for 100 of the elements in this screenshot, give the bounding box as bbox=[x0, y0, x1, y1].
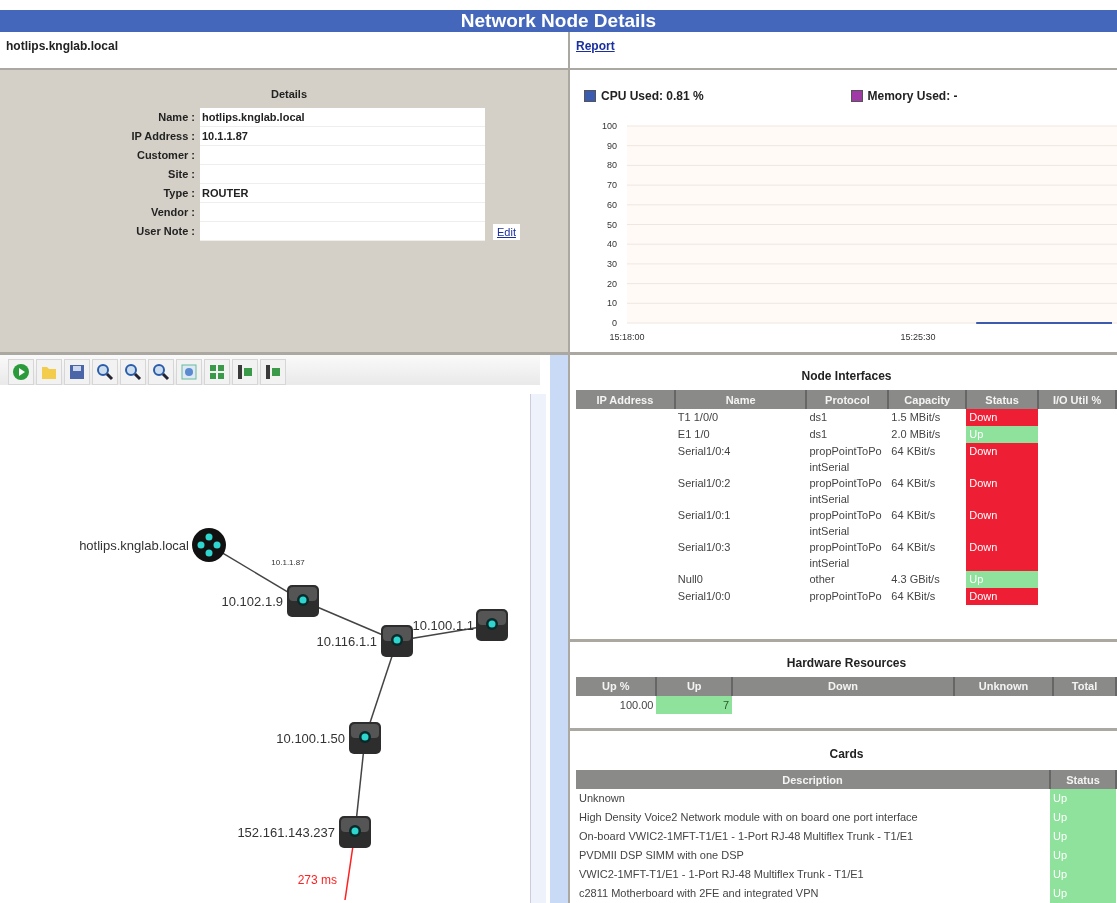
table-cell: 64 KBit/s bbox=[888, 588, 967, 605]
y-tick-label: 10 bbox=[607, 298, 617, 309]
column-header: Status bbox=[966, 390, 1039, 409]
toolbar-button[interactable] bbox=[120, 359, 146, 385]
router-node-icon bbox=[349, 722, 381, 754]
legend-label: Memory Used: - bbox=[867, 89, 958, 103]
play-icon bbox=[12, 363, 30, 381]
status-cell: Up bbox=[1050, 789, 1116, 808]
table-cell: VWIC2-1MFT-T1/E1 - 1-Port RJ-48 Multiflex Trunk - T1/E1 bbox=[576, 865, 1050, 884]
table-cell-text: E1 1/0 bbox=[676, 427, 711, 442]
section-title: Hardware Resources bbox=[785, 654, 908, 672]
field-label: Vendor : bbox=[150, 205, 196, 220]
scrollbar[interactable] bbox=[530, 394, 546, 903]
table-cell: High Density Voice2 Network module with on board one port interface bbox=[576, 808, 1050, 827]
table-cell: c2811 Motherboard with 2FE and integrated VPN bbox=[576, 884, 1050, 903]
toolbar-button[interactable] bbox=[64, 359, 90, 385]
column-header: Protocol bbox=[806, 390, 889, 409]
field-value: 10.1.1.87 bbox=[200, 127, 485, 146]
y-tick-label: 100 bbox=[601, 121, 617, 131]
column-header: Total bbox=[1053, 676, 1116, 696]
field-value: ROUTER bbox=[200, 184, 485, 203]
status-cell: Up bbox=[966, 426, 1039, 443]
table-cell: 100.00 bbox=[576, 695, 657, 714]
table-cell: 1.5 MBit/s bbox=[888, 409, 967, 426]
router-node-icon bbox=[476, 609, 508, 641]
table-cell: 64 KBit/s bbox=[888, 539, 967, 571]
table-cell: ds1 bbox=[806, 409, 889, 426]
y-tick-label: 50 bbox=[607, 219, 617, 230]
node-label: 10.116.1.1 bbox=[316, 634, 377, 649]
node-label: 152.161.143.237 bbox=[237, 825, 335, 840]
status-cell: Up bbox=[1050, 884, 1116, 903]
table-cell-text: ds1 bbox=[808, 427, 829, 442]
field-label: Name : bbox=[157, 110, 196, 125]
report-link[interactable]: Report bbox=[576, 39, 615, 53]
x-tick-label: 15:18:00 bbox=[609, 332, 645, 342]
column-header: Capacity bbox=[888, 390, 967, 409]
status-cell: Down bbox=[966, 588, 1039, 605]
column-header: Status bbox=[1050, 770, 1116, 789]
x-tick-label: 15:25:30 bbox=[900, 332, 936, 342]
table-cell: 64 KBit/s bbox=[888, 507, 967, 539]
table-cell-text: propPointToPo bbox=[808, 589, 883, 604]
y-tick-label: 80 bbox=[607, 160, 617, 171]
table-cell-text: Serial1/0:3 bbox=[676, 540, 732, 555]
field-label: Site : bbox=[167, 167, 196, 182]
legend-label: CPU Used: 0.81 % bbox=[601, 89, 704, 103]
scrollbar[interactable] bbox=[550, 355, 568, 903]
table-cell: 2.0 MBit/s bbox=[888, 426, 967, 443]
node-label: 10.102.1.9 bbox=[221, 594, 283, 609]
node-label: hotlips.knglab.local bbox=[79, 538, 189, 553]
table-cell-text: Serial1/0:4 bbox=[676, 444, 732, 459]
link-line bbox=[369, 655, 393, 724]
table-cell: 64 KBit/s bbox=[888, 475, 967, 507]
column-header: IP Address bbox=[576, 390, 675, 409]
y-tick-label: 60 bbox=[607, 199, 617, 210]
field-label: Type : bbox=[162, 186, 196, 201]
status-cell: Down bbox=[966, 507, 1039, 539]
field-label: User Note : bbox=[135, 224, 196, 239]
status-cell: Down bbox=[966, 539, 1039, 571]
y-tick-label: 70 bbox=[607, 180, 617, 191]
edit-link[interactable]: Edit bbox=[493, 223, 520, 240]
column-header: Description bbox=[576, 770, 1050, 789]
table-cell: 64 KBit/s bbox=[888, 443, 967, 475]
field-value: hotlips.knglab.local bbox=[200, 108, 485, 127]
status-cell: Up bbox=[1050, 865, 1116, 884]
page-title: Network Node Details bbox=[460, 10, 657, 31]
save-icon bbox=[68, 363, 86, 381]
details-heading: Details bbox=[269, 88, 309, 100]
table-cell: 4.3 GBit/s bbox=[888, 571, 967, 588]
router-node-icon bbox=[339, 816, 371, 848]
y-tick-label: 90 bbox=[607, 140, 617, 151]
link-line bbox=[355, 753, 365, 817]
status-cell: Up bbox=[1050, 808, 1116, 827]
column-header: Down bbox=[732, 676, 955, 696]
toolbar-button[interactable] bbox=[92, 359, 118, 385]
y-tick-label: 30 bbox=[607, 258, 617, 269]
table-cell: PVDMII DSP SIMM with one DSP bbox=[576, 846, 1050, 865]
section-title: Node Interfaces bbox=[800, 368, 893, 385]
status-cell: Up bbox=[1050, 846, 1116, 865]
table-cell-text: Serial1/0:0 bbox=[676, 589, 732, 604]
field-label: Customer : bbox=[135, 148, 196, 163]
column-header: Up % bbox=[576, 676, 657, 696]
table-cell-text: other bbox=[808, 572, 836, 587]
cloud-node-icon bbox=[192, 528, 226, 562]
node-label: 10.100.1.1 bbox=[412, 618, 474, 633]
y-tick-label: 0 bbox=[612, 318, 617, 328]
status-cell: Down bbox=[966, 475, 1039, 507]
node-label: 10.100.1.50 bbox=[276, 731, 345, 746]
search-icon bbox=[124, 363, 142, 381]
status-cell: Up bbox=[1050, 827, 1116, 846]
toolbar-button[interactable] bbox=[148, 359, 174, 385]
table-cell-text: Null0 bbox=[676, 572, 704, 587]
link-label: 10.1.1.87 bbox=[271, 558, 305, 567]
link-line bbox=[316, 606, 384, 636]
table-cell: On-board VWIC2-1MFT-T1/E1 - 1-Port RJ-48 Multiflex Trunk - T1/E1 bbox=[576, 827, 1050, 846]
node-name: hotlips.knglab.local bbox=[6, 39, 118, 53]
table-cell: T1 1/0/0 bbox=[674, 409, 807, 426]
field-label: IP Address : bbox=[130, 129, 196, 144]
toolbar-button[interactable] bbox=[260, 359, 286, 385]
toolbar-button[interactable] bbox=[232, 359, 258, 385]
link-line bbox=[344, 847, 354, 900]
